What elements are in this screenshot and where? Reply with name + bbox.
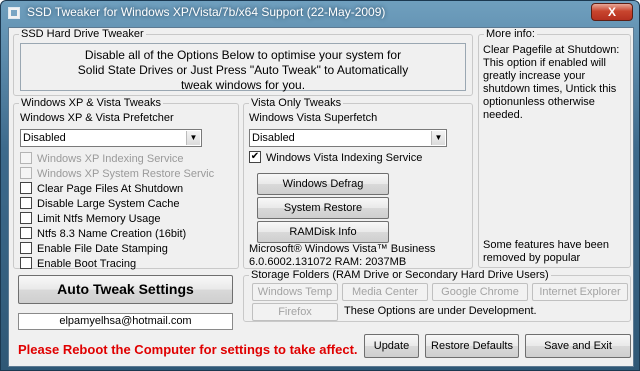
superfetch-select[interactable]: Disabled ▼ (249, 129, 447, 147)
windows-temp-button[interactable]: Windows Temp (252, 283, 338, 301)
clear-page-files-checkbox[interactable]: Clear Page Files At Shutdown (20, 182, 184, 197)
title-bar[interactable]: SSD Tweaker for Windows XP/Vista/7b/x64 … (1, 1, 639, 25)
vista-legend: Vista Only Tweaks (249, 97, 344, 110)
chevron-down-icon[interactable]: ▼ (431, 131, 445, 145)
os-name: Microsoft® Windows Vista™ Business (249, 243, 436, 255)
storage-legend: Storage Folders (RAM Drive or Secondary … (249, 269, 551, 282)
vista-group: Vista Only Tweaks Windows Vista Superfet… (243, 97, 473, 269)
storage-group: Storage Folders (RAM Drive or Secondary … (243, 269, 631, 322)
chevron-down-icon[interactable]: ▼ (186, 131, 200, 145)
media-center-button[interactable]: Media Center (342, 283, 428, 301)
checkbox-box[interactable] (20, 167, 32, 180)
update-button[interactable]: Update (364, 334, 419, 358)
checkbox-label: Ntfs 8.3 Name Creation (16bit) (37, 228, 187, 240)
ntfs-memory-checkbox[interactable]: Limit Ntfs Memory Usage (20, 212, 161, 227)
client-area: SSD Hard Drive Tweaker Disable all of th… (8, 27, 634, 367)
large-system-cache-checkbox[interactable]: Disable Large System Cache (20, 197, 180, 212)
hard-drive-group-legend: SSD Hard Drive Tweaker (19, 28, 146, 41)
prefetcher-select[interactable]: Disabled ▼ (20, 129, 202, 147)
checkbox-label: Disable Large System Cache (37, 198, 180, 210)
prefetcher-label: Windows XP & Vista Prefetcher (20, 112, 174, 124)
hard-drive-group: SSD Hard Drive Tweaker Disable all of th… (13, 28, 473, 96)
description-box: Disable all of the Options Below to opti… (20, 43, 466, 92)
more-info-text: Clear Pagefile at Shutdown: This option … (483, 44, 620, 121)
file-date-stamping-checkbox[interactable]: Enable File Date Stamping (20, 242, 168, 257)
superfetch-value: Disabled (252, 132, 295, 144)
checkbox-box[interactable] (20, 197, 32, 210)
prefetcher-value: Disabled (23, 132, 66, 144)
checkbox-box[interactable] (20, 257, 32, 270)
checkbox-label: Enable Boot Tracing (37, 258, 137, 270)
windows-defrag-button[interactable]: Windows Defrag (257, 173, 389, 195)
app-icon (8, 7, 20, 19)
checkbox-label: Windows XP Indexing Service (37, 153, 184, 165)
xp-indexing-checkbox[interactable]: Windows XP Indexing Service (20, 152, 184, 167)
ramdisk-info-button[interactable]: RAMDisk Info (257, 221, 389, 243)
os-build: 6.0.6002.131072 RAM: 2037MB (249, 256, 407, 268)
auto-tweak-button[interactable]: Auto Tweak Settings (18, 275, 233, 304)
boot-tracing-checkbox[interactable]: Enable Boot Tracing (20, 257, 137, 272)
more-info-group: More info: Clear Pagefile at Shutdown: T… (478, 28, 631, 268)
vista-indexing-checkbox[interactable]: ✔ Windows Vista Indexing Service (249, 151, 423, 166)
xp-vista-group: Windows XP & Vista Tweaks Windows XP & V… (13, 97, 239, 272)
ntfs-83-name-checkbox[interactable]: Ntfs 8.3 Name Creation (16bit) (20, 227, 187, 242)
xp-system-restore-checkbox[interactable]: Windows XP System Restore Servic (20, 167, 215, 182)
checkbox-label: Clear Page Files At Shutdown (37, 183, 184, 195)
google-chrome-button[interactable]: Google Chrome (432, 283, 528, 301)
save-and-exit-button[interactable]: Save and Exit (525, 334, 631, 358)
app-window: SSD Tweaker for Windows XP/Vista/7b/x64 … (0, 0, 640, 371)
development-note: These Options are under Development. (344, 305, 537, 317)
checkmark-icon[interactable]: ✔ (249, 151, 261, 164)
checkbox-box[interactable] (20, 182, 32, 195)
more-info-note: Some features have been removed by popul… (483, 239, 609, 264)
checkbox-box[interactable] (20, 242, 32, 255)
close-button[interactable]: X (591, 3, 633, 21)
close-icon: X (607, 5, 616, 19)
checkbox-box[interactable] (20, 227, 32, 240)
checkbox-label: Windows XP System Restore Servic (37, 168, 215, 180)
window-title: SSD Tweaker for Windows XP/Vista/7b/x64 … (27, 5, 386, 19)
checkbox-label: Enable File Date Stamping (37, 243, 168, 255)
firefox-button[interactable]: Firefox (252, 303, 338, 321)
checkbox-label: Windows Vista Indexing Service (266, 152, 423, 164)
xp-vista-legend: Windows XP & Vista Tweaks (19, 97, 164, 110)
checkbox-label: Limit Ntfs Memory Usage (37, 213, 161, 225)
internet-explorer-button[interactable]: Internet Explorer (532, 283, 628, 301)
email-field: elpamyelhsa@hotmail.com (18, 313, 233, 330)
checkbox-box[interactable] (20, 152, 32, 165)
restore-defaults-button[interactable]: Restore Defaults (425, 334, 519, 358)
more-info-legend: More info: (484, 28, 537, 41)
reboot-message: Please Reboot the Computer for settings … (18, 342, 358, 357)
checkbox-box[interactable] (20, 212, 32, 225)
system-restore-button[interactable]: System Restore (257, 197, 389, 219)
superfetch-label: Windows Vista Superfetch (249, 112, 378, 124)
